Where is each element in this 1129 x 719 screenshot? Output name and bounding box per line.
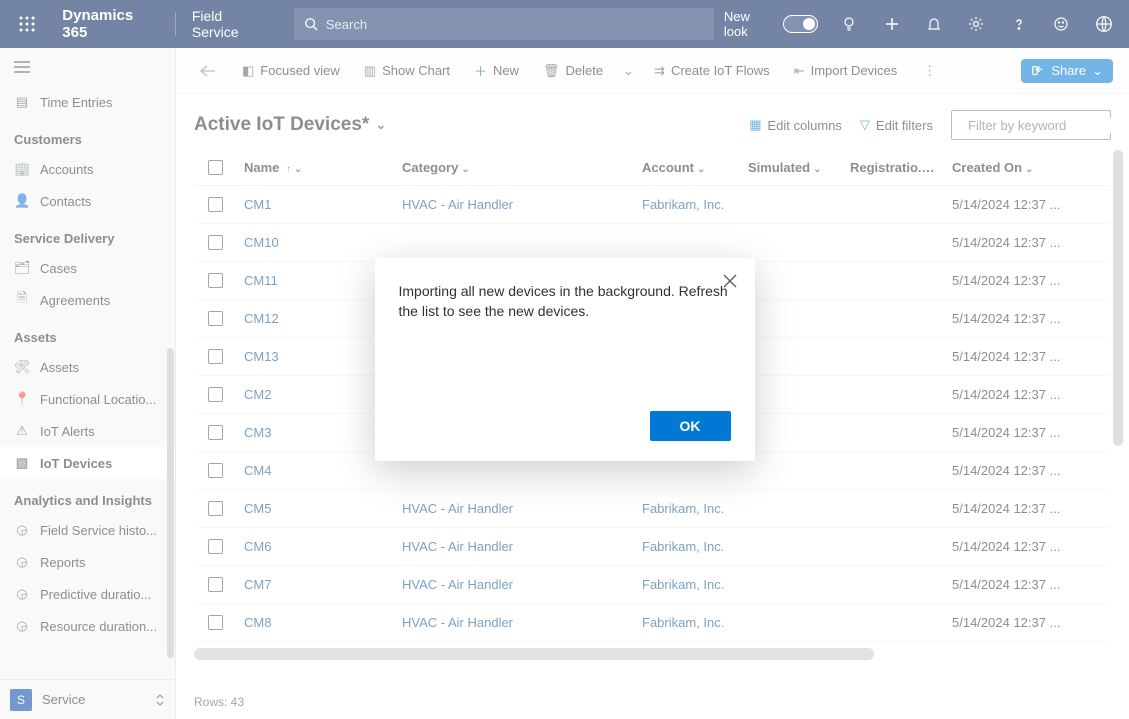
import-dialog: Importing all new devices in the backgro…: [375, 258, 755, 461]
dialog-message: Importing all new devices in the backgro…: [399, 282, 731, 321]
modal-overlay: Importing all new devices in the backgro…: [0, 0, 1129, 719]
ok-button[interactable]: OK: [650, 411, 731, 441]
close-button[interactable]: [723, 274, 737, 288]
